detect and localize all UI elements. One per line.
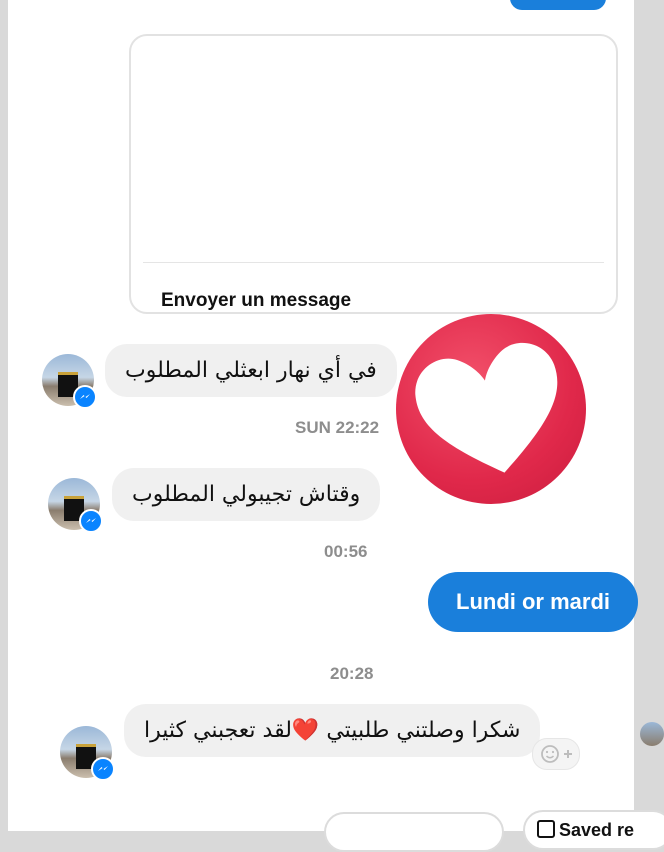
- outgoing-message-bubble-partial[interactable]: [510, 0, 606, 10]
- add-reaction-button[interactable]: [532, 738, 580, 770]
- message-text: شكرا وصلتني طلبيتي: [326, 718, 521, 743]
- incoming-message-bubble[interactable]: شكرا وصلتني طلبيتي ❤️لقد تعجبني كثيرا: [124, 704, 541, 757]
- quick-reply-chip[interactable]: [324, 812, 504, 852]
- card-divider: [143, 262, 604, 263]
- avatar[interactable]: [48, 478, 103, 533]
- timestamp: 20:28: [330, 664, 374, 683]
- incoming-message-bubble[interactable]: في أي نهار ابعثلي المطلوب: [105, 344, 397, 397]
- saved-replies-label: Saved re: [559, 820, 635, 840]
- outgoing-message-text: Lundi or mardi: [456, 589, 610, 614]
- messenger-badge-icon: [73, 385, 97, 409]
- attachment-card[interactable]: Envoyer un message: [129, 34, 618, 314]
- red-heart-emoji: ❤️: [291, 718, 320, 743]
- incoming-message-bubble[interactable]: وقتاش تجيبولي المطلوب: [112, 468, 381, 521]
- timestamp: SUN 22:22: [295, 418, 380, 437]
- messenger-badge-icon: [79, 509, 103, 533]
- messenger-badge-icon: [91, 757, 115, 781]
- seen-avatar: [640, 722, 664, 746]
- message-text: لقد تعجبني كثيرا: [144, 718, 292, 743]
- heart-reaction-icon: [396, 314, 586, 504]
- timestamp: 00:56: [324, 542, 368, 561]
- send-message-button[interactable]: Envoyer un message: [161, 290, 351, 312]
- saved-replies-button[interactable]: Saved re: [523, 810, 664, 850]
- saved-icon: [537, 820, 555, 838]
- avatar[interactable]: [60, 726, 115, 781]
- avatar[interactable]: [42, 354, 97, 409]
- outgoing-message-bubble[interactable]: Lundi or mardi: [428, 572, 638, 632]
